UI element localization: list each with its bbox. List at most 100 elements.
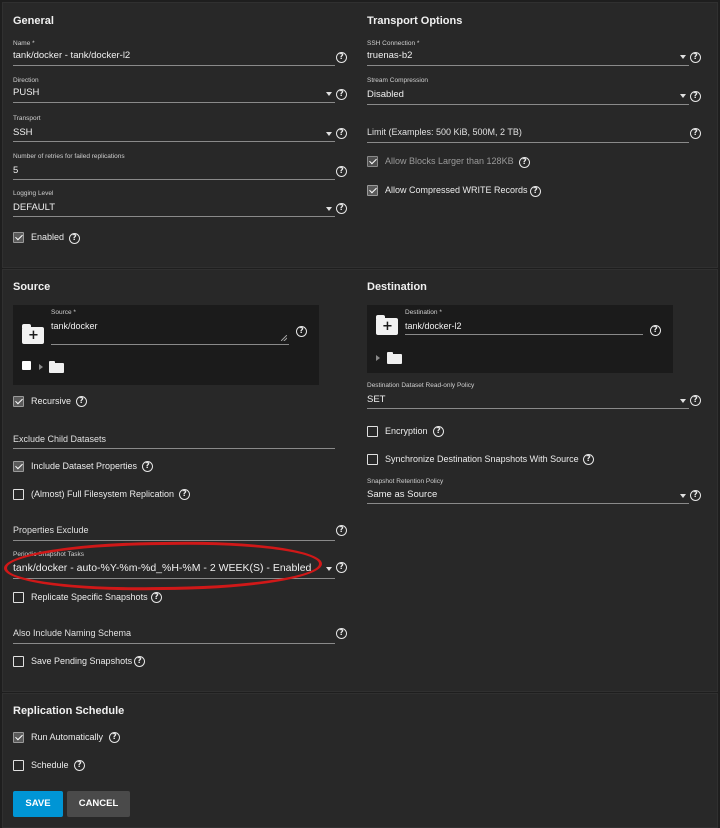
exclude-child-datasets-input[interactable]: Exclude Child Datasets [13, 432, 338, 452]
ssh-connection-caret-icon [680, 55, 686, 59]
run-automatically-checkbox[interactable]: Run Automatically [13, 732, 123, 744]
transport-help-icon[interactable]: ? [336, 128, 347, 139]
expand-arrow-icon[interactable] [39, 364, 43, 370]
stream-compression-help-icon[interactable]: ? [690, 91, 701, 102]
save-pending-checkbox[interactable]: Save Pending Snapshots [13, 656, 153, 668]
sync-snapshots-help-icon[interactable]: ? [583, 454, 594, 465]
expand-arrow-icon[interactable] [376, 355, 380, 361]
destination-help-icon[interactable]: ? [650, 325, 661, 336]
retries-help-icon[interactable]: ? [336, 166, 347, 177]
logging-level-select[interactable]: Logging Level DEFAULT [13, 190, 338, 218]
recursive-check-box[interactable] [13, 396, 24, 407]
enabled-help-icon[interactable]: ? [69, 233, 80, 244]
full-filesystem-label: (Almost) Full Filesystem Replication [31, 489, 175, 499]
ssh-connection-underline [367, 65, 689, 66]
direction-value: PUSH [13, 87, 40, 98]
allow-blocks-label: Allow Blocks Larger than 128KB [385, 156, 514, 166]
properties-exclude-help-icon[interactable]: ? [336, 525, 347, 536]
properties-exclude-input[interactable]: Properties Exclude [13, 524, 338, 544]
cancel-button[interactable]: CANCEL [67, 791, 130, 817]
logging-help-icon[interactable]: ? [336, 203, 347, 214]
destination-section-title: Destination [367, 281, 427, 293]
ssh-connection-value: truenas-b2 [367, 50, 413, 61]
sync-snapshots-checkbox[interactable]: Synchronize Destination Snapshots With S… [367, 454, 587, 466]
retention-policy-label: Snapshot Retention Policy [367, 478, 444, 485]
periodic-snapshot-tasks-select[interactable]: Periodic Snapshot Tasks tank/docker - au… [13, 551, 338, 581]
source-help-icon[interactable]: ? [296, 326, 307, 337]
replicate-specific-check-box[interactable] [13, 592, 24, 603]
source-value: tank/docker [51, 321, 98, 331]
direction-label: Direction [13, 77, 39, 84]
allow-blocks-checkbox[interactable]: Allow Blocks Larger than 128KB [367, 156, 527, 168]
full-filesystem-check-box[interactable] [13, 489, 24, 500]
replicate-specific-help-icon[interactable]: ? [151, 592, 162, 603]
transport-select[interactable]: Transport SSH [13, 115, 338, 143]
save-button[interactable]: SAVE [13, 791, 63, 817]
readonly-policy-label: Destination Dataset Read-only Policy [367, 382, 475, 389]
retries-value: 5 [13, 165, 19, 176]
destination-label: Destination * [405, 309, 442, 316]
exclude-child-underline [13, 448, 335, 449]
retention-policy-select[interactable]: Snapshot Retention Policy Same as Source [367, 478, 692, 506]
encryption-help-icon[interactable]: ? [433, 426, 444, 437]
replicate-specific-checkbox[interactable]: Replicate Specific Snapshots [13, 592, 163, 604]
resize-grip-icon[interactable] [281, 335, 287, 341]
include-properties-checkbox[interactable]: Include Dataset Properties [13, 461, 163, 473]
readonly-policy-help-icon[interactable]: ? [690, 395, 701, 406]
limit-input[interactable]: Limit (Examples: 500 KiB, 500M, 2 TB) [367, 125, 692, 145]
allow-blocks-check-box[interactable] [367, 156, 378, 167]
allow-compressed-check-box[interactable] [367, 185, 378, 196]
sync-snapshots-check-box[interactable] [367, 454, 378, 465]
allow-compressed-label: Allow Compressed WRITE Records [385, 185, 528, 195]
save-pending-help-icon[interactable]: ? [134, 656, 145, 667]
include-properties-help-icon[interactable]: ? [142, 461, 153, 472]
retries-input[interactable]: Number of retries for failed replication… [13, 153, 338, 181]
transport-caret-icon [326, 132, 332, 136]
add-folder-icon[interactable]: + [22, 324, 44, 344]
direction-select[interactable]: Direction PUSH [13, 77, 338, 105]
limit-help-icon[interactable]: ? [690, 128, 701, 139]
stream-compression-caret-icon [680, 94, 686, 98]
periodic-tasks-help-icon[interactable]: ? [336, 562, 347, 573]
logging-caret-icon [326, 207, 332, 211]
add-folder-icon[interactable]: + [376, 315, 398, 335]
stream-compression-select[interactable]: Stream Compression Disabled [367, 77, 692, 107]
direction-caret-icon [326, 92, 332, 96]
retention-policy-help-icon[interactable]: ? [690, 490, 701, 501]
allow-compressed-help-icon[interactable]: ? [530, 186, 541, 197]
ssh-connection-select[interactable]: SSH Connection * truenas-b2 [367, 40, 692, 68]
encryption-check-box[interactable] [367, 426, 378, 437]
schedule-checkbox[interactable]: Schedule [13, 760, 83, 772]
run-automatically-check-box[interactable] [13, 732, 24, 743]
destination-value: tank/docker-l2 [405, 321, 462, 331]
ssh-connection-help-icon[interactable]: ? [690, 52, 701, 63]
destination-input[interactable]: Destination * tank/docker-l2 [405, 309, 643, 339]
direction-help-icon[interactable]: ? [336, 89, 347, 100]
run-automatically-help-icon[interactable]: ? [109, 732, 120, 743]
include-properties-label: Include Dataset Properties [31, 461, 138, 471]
recursive-label: Recursive [31, 396, 72, 406]
recursive-help-icon[interactable]: ? [76, 396, 87, 407]
name-help-icon[interactable]: ? [336, 52, 347, 63]
transport-value: SSH [13, 127, 33, 138]
source-input[interactable]: Source * tank/docker [51, 309, 289, 345]
full-filesystem-checkbox[interactable]: (Almost) Full Filesystem Replication [13, 489, 193, 501]
periodic-tasks-underline [13, 578, 335, 579]
schedule-help-icon[interactable]: ? [74, 760, 85, 771]
allow-compressed-checkbox[interactable]: Allow Compressed WRITE Records [367, 185, 537, 197]
allow-blocks-help-icon[interactable]: ? [519, 157, 530, 168]
full-filesystem-help-icon[interactable]: ? [179, 489, 190, 500]
name-field[interactable]: Name * tank/docker - tank/docker-l2 [13, 40, 338, 68]
stream-compression-label: Stream Compression [367, 77, 429, 84]
naming-schema-help-icon[interactable]: ? [336, 628, 347, 639]
save-pending-check-box[interactable] [13, 656, 24, 667]
source-explorer: + Source * tank/docker ? [13, 305, 319, 385]
periodic-tasks-caret-icon [326, 567, 332, 571]
readonly-policy-select[interactable]: Destination Dataset Read-only Policy SET [367, 382, 692, 410]
tree-node-checkbox[interactable] [22, 361, 31, 370]
include-properties-check-box[interactable] [13, 461, 24, 472]
name-underline [13, 65, 335, 66]
naming-schema-input[interactable]: Also Include Naming Schema [13, 627, 338, 647]
schedule-check-box[interactable] [13, 760, 24, 771]
enabled-check-box[interactable] [13, 232, 24, 243]
